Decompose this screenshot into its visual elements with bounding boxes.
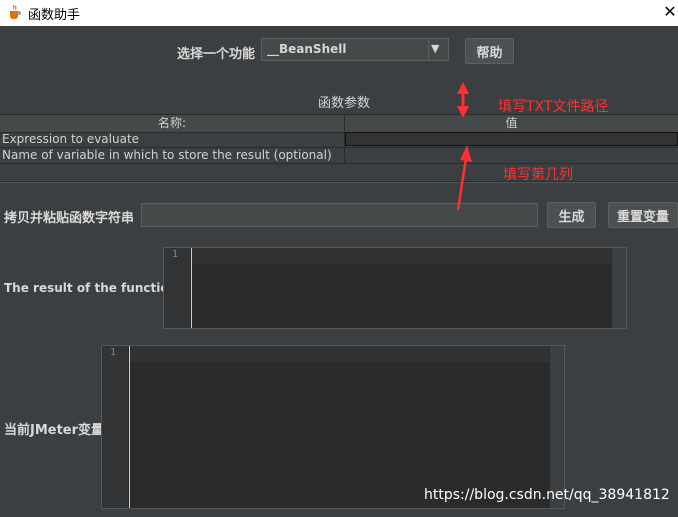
annotation-column: 填写第几列: [503, 167, 573, 183]
annotation-txt-path: 填写TXT文件路径: [498, 99, 609, 115]
arrow-up-icon: [456, 145, 472, 211]
annotation-arrows: [456, 82, 472, 211]
arrow-up-down-icon: [457, 82, 469, 118]
watermark: https://blog.csdn.net/qq_38941812: [424, 487, 670, 503]
